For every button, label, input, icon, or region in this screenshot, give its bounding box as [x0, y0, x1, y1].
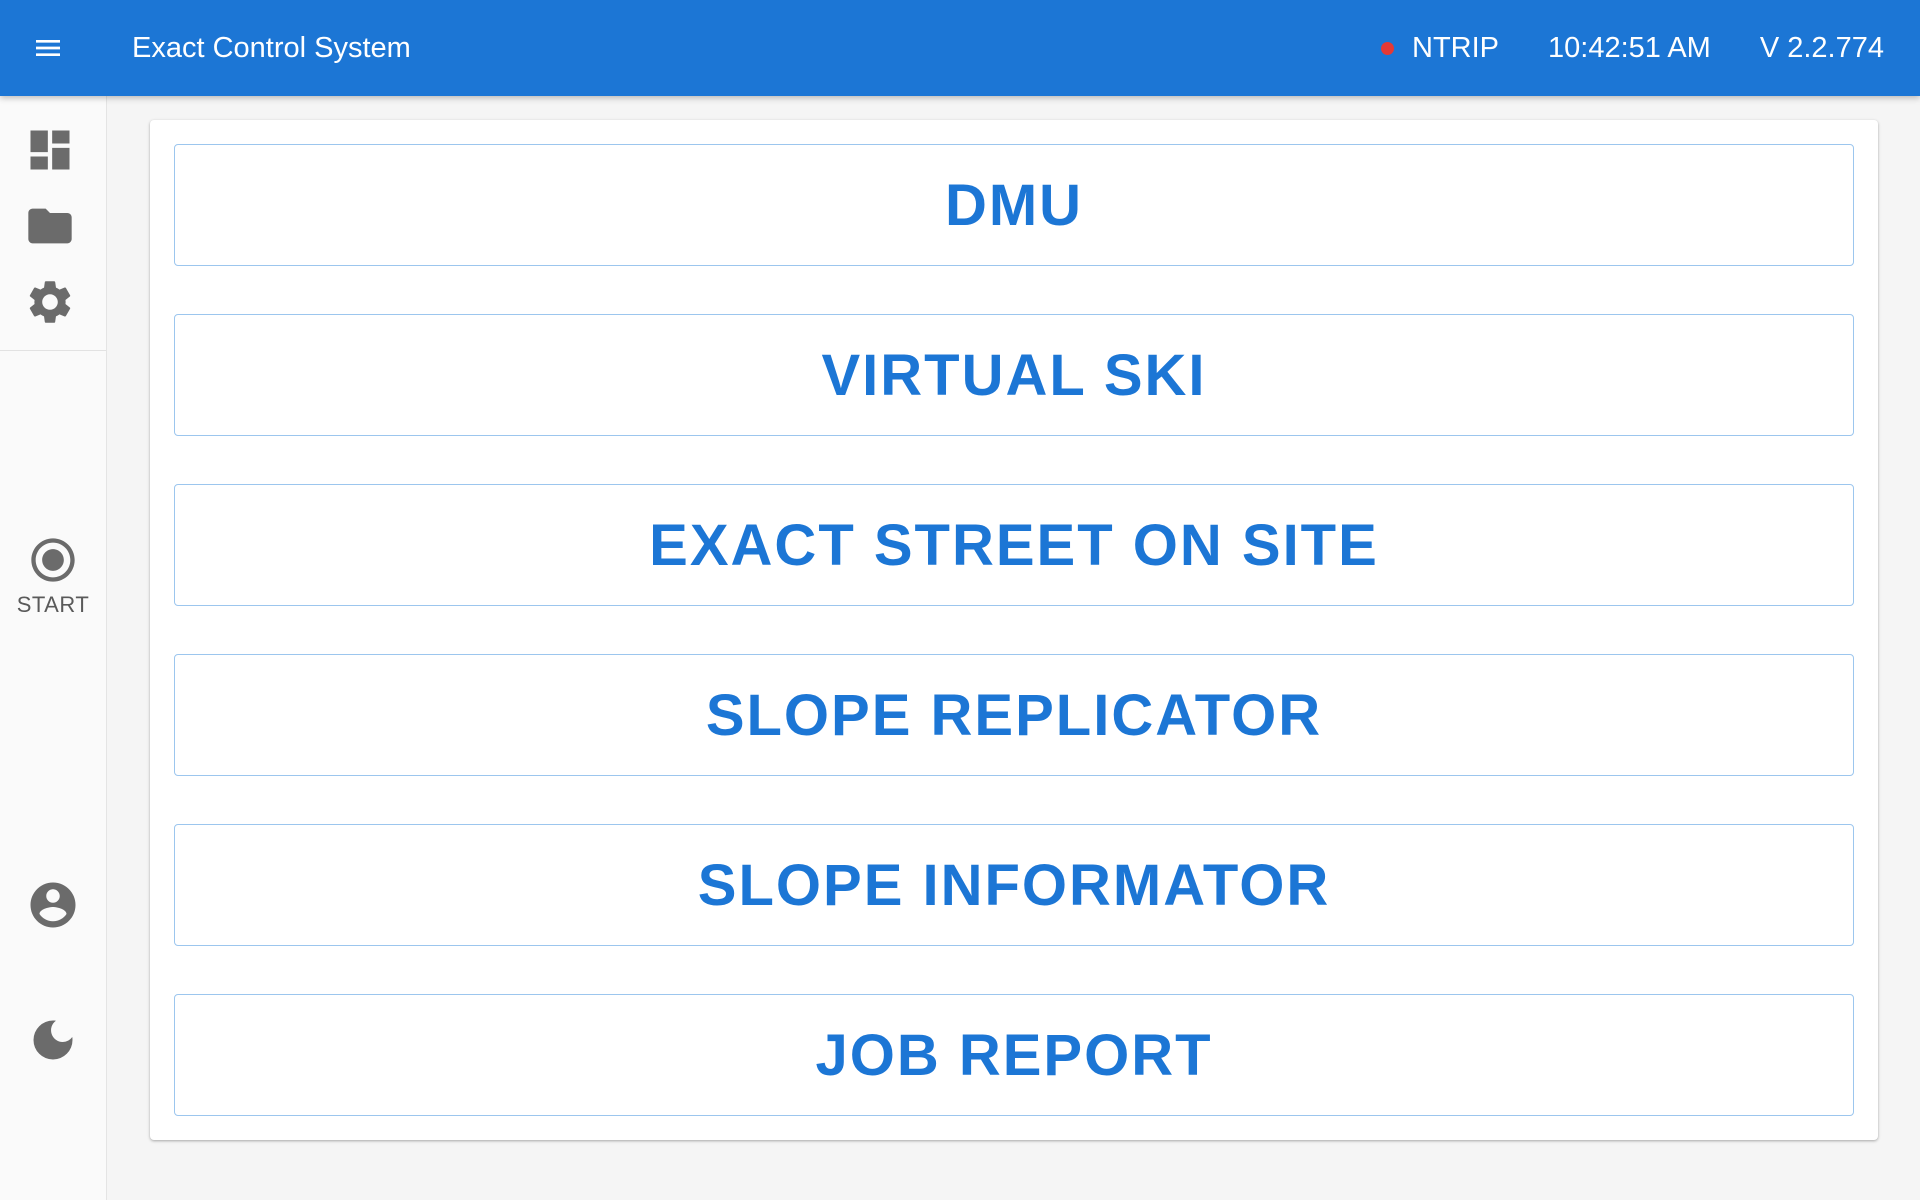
hamburger-menu-button[interactable] — [0, 0, 96, 96]
settings-button[interactable] — [0, 276, 100, 328]
ntrip-status-dot — [1381, 41, 1394, 55]
record-icon — [31, 538, 75, 582]
rail-divider — [0, 350, 106, 351]
hamburger-icon — [36, 40, 60, 56]
start-button[interactable] — [3, 534, 103, 586]
dark-mode-button[interactable] — [3, 1014, 103, 1066]
slope-informator-button[interactable]: SLOPE INFORMATOR — [174, 824, 1854, 946]
account-icon — [30, 882, 76, 928]
version-label: V 2.2.774 — [1759, 31, 1884, 64]
app-bar: Exact Control System NTRIP 10:42:51 AM V… — [0, 0, 1920, 96]
status-area: NTRIP 10:42:51 AM V 2.2.774 — [1381, 32, 1884, 65]
start-label: START — [16, 592, 90, 617]
virtual-ski-button[interactable]: VIRTUAL SKI — [174, 314, 1854, 436]
job-report-button[interactable]: JOB REPORT — [174, 994, 1854, 1116]
gear-icon — [29, 281, 71, 323]
app-title: Exact Control System — [132, 31, 411, 64]
account-button[interactable] — [3, 878, 103, 932]
app-menu-list: DMU VIRTUAL SKI EXACT STREET ON SITE SLO… — [174, 144, 1854, 1116]
dmu-button[interactable]: DMU — [174, 144, 1854, 266]
nav-rail: START — [0, 96, 107, 1200]
clock: 10:42:51 AM — [1548, 31, 1711, 64]
moon-icon — [33, 1020, 73, 1060]
dashboard-button[interactable] — [0, 124, 100, 176]
folder-icon — [28, 208, 72, 244]
dashboard-icon — [30, 130, 70, 170]
folder-button[interactable] — [0, 200, 100, 252]
exact-street-on-site-button[interactable]: EXACT STREET ON SITE — [174, 484, 1854, 606]
slope-replicator-button[interactable]: SLOPE REPLICATOR — [174, 654, 1854, 776]
app-menu-card: DMU VIRTUAL SKI EXACT STREET ON SITE SLO… — [150, 120, 1878, 1140]
ntrip-status-label: NTRIP — [1412, 31, 1499, 64]
